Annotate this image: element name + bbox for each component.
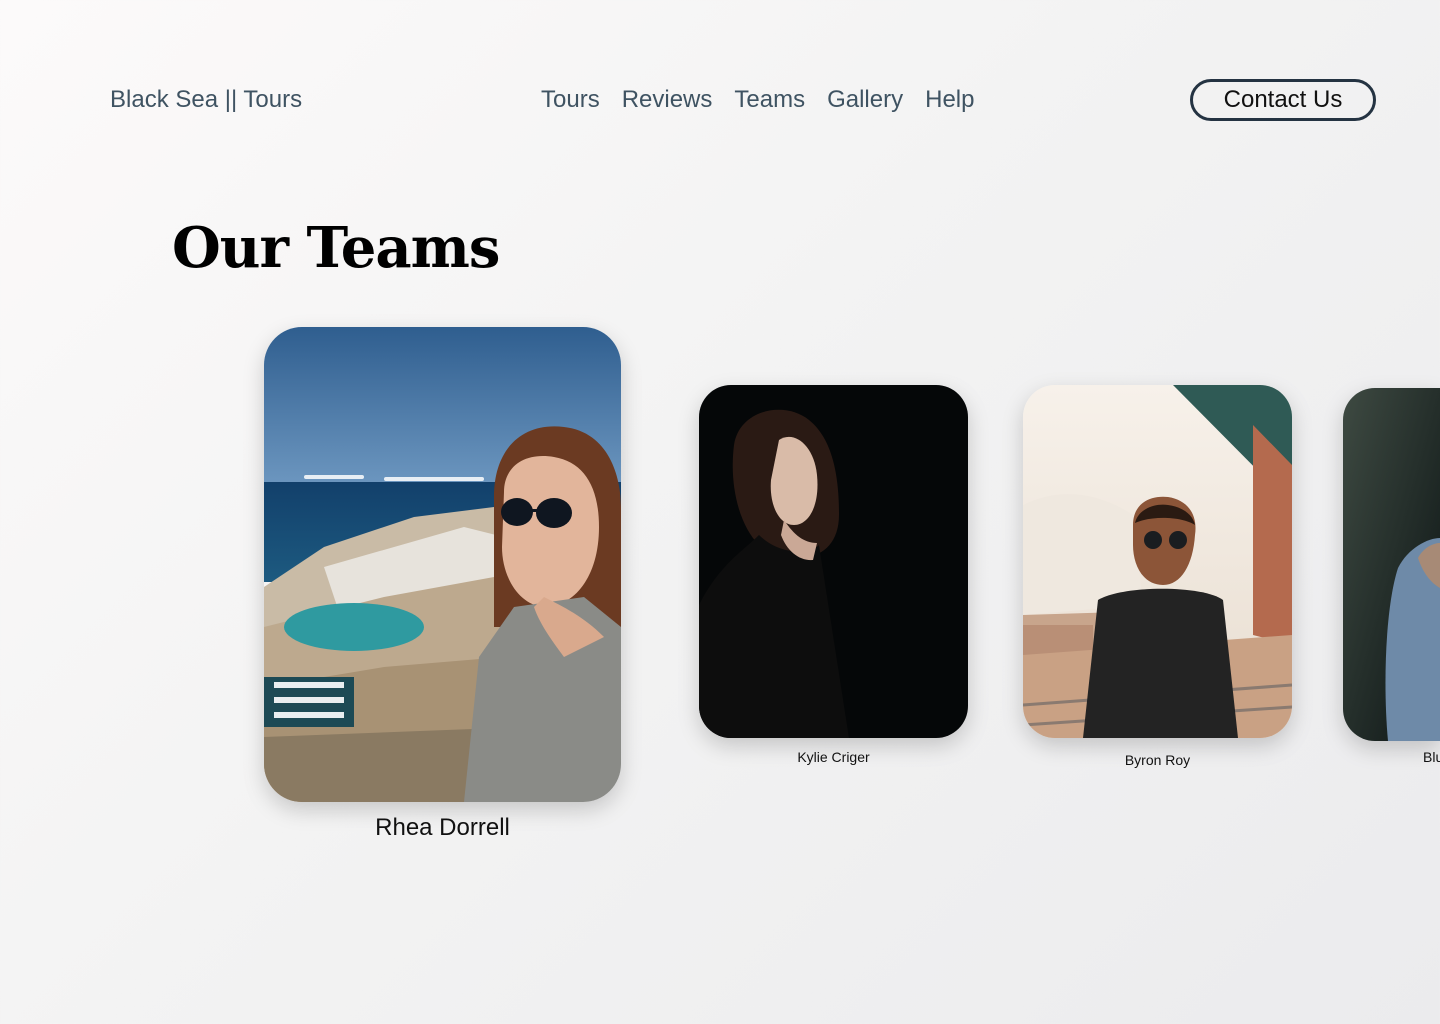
nav-item-teams[interactable]: Teams [734, 86, 805, 114]
team-member-photo [264, 327, 621, 802]
nav-item-tours[interactable]: Tours [541, 86, 600, 114]
team-member-name: Kylie Criger [797, 749, 870, 765]
nav-item-reviews[interactable]: Reviews [622, 86, 713, 114]
contact-us-button[interactable]: Contact Us [1190, 79, 1376, 121]
team-member-photo [1023, 385, 1292, 738]
page-title: Our Teams [172, 215, 500, 281]
team-member-name: Rhea Dorrell [375, 814, 510, 841]
brand-logo[interactable]: Black Sea || Tours [110, 86, 302, 114]
team-member-photo [1343, 388, 1440, 741]
main-nav: Tours Reviews Teams Gallery Help [541, 86, 974, 114]
nav-item-gallery[interactable]: Gallery [827, 86, 903, 114]
team-member-photo [699, 385, 968, 738]
nav-item-help[interactable]: Help [925, 86, 974, 114]
team-member-name: Blu [1423, 749, 1440, 765]
team-member-name: Byron Roy [1124, 752, 1191, 768]
